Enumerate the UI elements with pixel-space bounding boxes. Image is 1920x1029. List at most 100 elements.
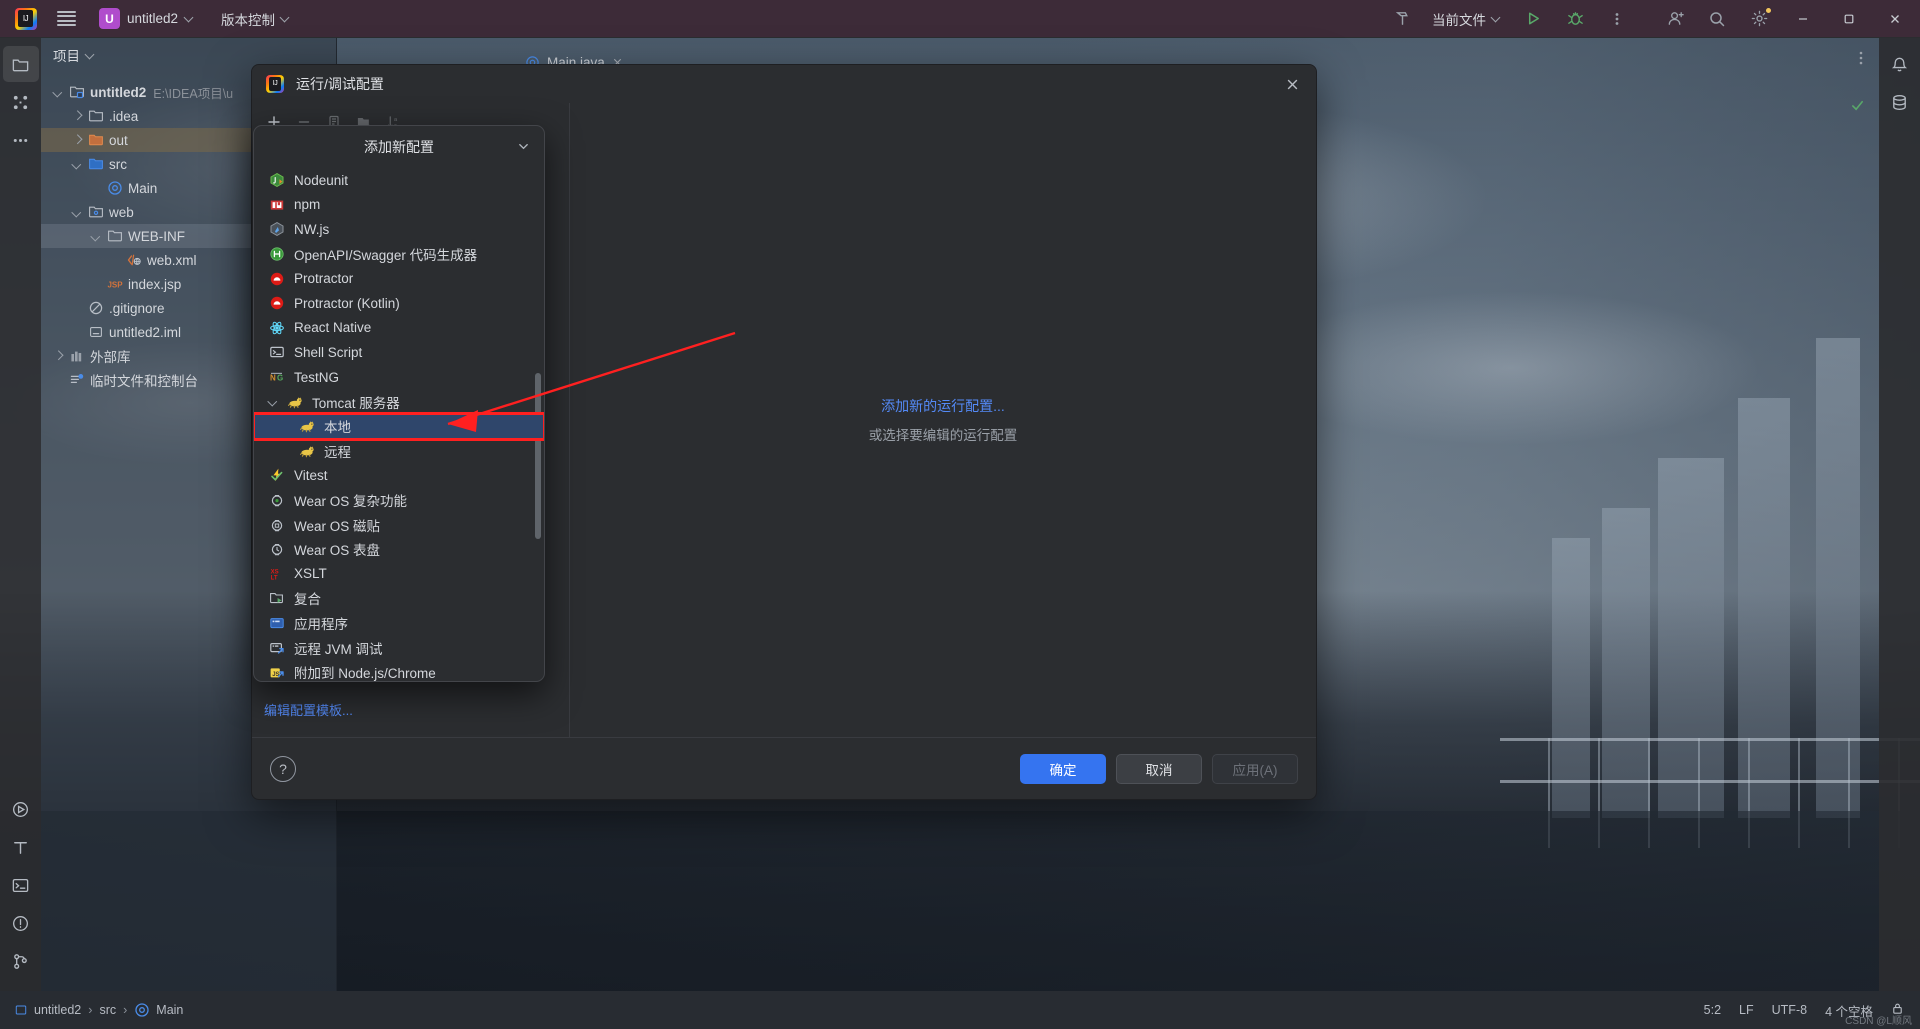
- apply-button[interactable]: 应用(A): [1212, 753, 1298, 784]
- run-triangle-icon[interactable]: [1512, 0, 1554, 38]
- breadcrumb-item[interactable]: untitled2: [14, 1003, 81, 1017]
- sidebar-item-database[interactable]: [1882, 84, 1918, 120]
- ok-button[interactable]: 确定: [1020, 753, 1106, 784]
- add-new-run-configuration-link[interactable]: 添加新的运行配置...: [881, 396, 1005, 416]
- debug-bug-icon[interactable]: [1554, 0, 1596, 38]
- breadcrumb-item[interactable]: src: [99, 1003, 116, 1017]
- status-breadcrumb: untitled2 › src › Main: [0, 1002, 183, 1018]
- sidebar-item-version-control[interactable]: [3, 943, 39, 979]
- more-vertical-icon[interactable]: [1596, 0, 1638, 38]
- sidebar-item-ai-assistant[interactable]: [3, 829, 39, 865]
- tree-node-label: .idea: [109, 108, 139, 124]
- configuration-type-label: npm: [294, 197, 321, 213]
- tree-expand-arrow-icon[interactable]: [68, 160, 86, 168]
- scratches-consoles-icon: [67, 372, 87, 388]
- sidebar-item-more-tool-windows[interactable]: [3, 122, 39, 158]
- configuration-type-item[interactable]: 复合: [254, 586, 544, 611]
- configuration-type-item[interactable]: NW.js: [254, 217, 544, 242]
- sidebar-item-run[interactable]: [3, 791, 39, 827]
- configuration-type-item[interactable]: npm: [254, 193, 544, 218]
- wearos-complication-icon: [268, 491, 286, 509]
- vcs-label: 版本控制: [221, 12, 276, 28]
- configuration-type-item[interactable]: 应用程序: [254, 611, 544, 636]
- dialog-title: 运行/调试配置: [296, 76, 384, 92]
- window-close-button[interactable]: [1872, 0, 1918, 38]
- chevron-down-icon: [185, 14, 194, 23]
- configuration-type-item[interactable]: OpenAPI/Swagger 代码生成器: [254, 242, 544, 267]
- tree-node-path: E:\IDEA项目\u: [153, 86, 234, 101]
- version-control-menu[interactable]: 版本控制: [212, 5, 299, 33]
- svg-text:JSP: JSP: [107, 281, 123, 290]
- configuration-type-label: OpenAPI/Swagger 代码生成器: [294, 248, 478, 264]
- collapse-chevron-icon[interactable]: [512, 135, 534, 157]
- breadcrumb-item[interactable]: Main: [134, 1002, 183, 1018]
- edit-configuration-templates-link[interactable]: 编辑配置模板...: [264, 700, 353, 719]
- sidebar-item-project[interactable]: [2, 46, 39, 82]
- configuration-type-item[interactable]: XS LT XSLT: [254, 562, 544, 587]
- configuration-type-item[interactable]: Tomcat 服务器: [254, 389, 544, 414]
- folder-web-icon: [86, 204, 106, 220]
- help-button[interactable]: ?: [270, 755, 296, 782]
- tree-expand-arrow-icon[interactable]: [49, 352, 67, 360]
- configuration-type-item[interactable]: Wear OS 磁贴: [254, 512, 544, 537]
- configuration-type-item[interactable]: Vitest: [254, 463, 544, 488]
- tree-expand-arrow-icon[interactable]: [87, 232, 105, 240]
- project-name-label: untitled2: [127, 11, 179, 26]
- run-configuration-selector[interactable]: 当前文件: [1423, 5, 1510, 33]
- configuration-type-label: 远程 JVM 调试: [294, 641, 383, 657]
- tree-expand-arrow-icon[interactable]: [68, 112, 86, 120]
- configuration-type-label: 应用程序: [294, 616, 348, 632]
- tree-expand-arrow-icon[interactable]: [68, 136, 86, 144]
- more-vertical-icon[interactable]: [1853, 50, 1869, 66]
- configuration-type-item[interactable]: Wear OS 复杂功能: [254, 488, 544, 513]
- hammer-build-icon[interactable]: [1381, 0, 1423, 38]
- project-selector[interactable]: U untitled2: [94, 5, 202, 32]
- tree-expand-arrow-icon[interactable]: [49, 88, 67, 96]
- sidebar-item-terminal[interactable]: [3, 867, 39, 903]
- watermark: CSDN @L顺风: [1845, 1016, 1912, 1027]
- line-separator[interactable]: LF: [1739, 1003, 1754, 1017]
- configuration-type-item[interactable]: 本地: [254, 412, 544, 440]
- configuration-type-item[interactable]: 远程: [254, 439, 544, 464]
- popup-header: 添加新配置: [254, 126, 544, 168]
- tree-expand-arrow-icon[interactable]: [269, 397, 279, 407]
- tree-node-label: Main: [128, 180, 158, 196]
- tomcat-icon: [286, 393, 304, 411]
- hamburger-menu-icon[interactable]: [46, 0, 86, 38]
- file-encoding[interactable]: UTF-8: [1772, 1003, 1807, 1017]
- configuration-type-item[interactable]: 远程 JVM 调试: [254, 635, 544, 660]
- gear-settings-icon[interactable]: [1738, 0, 1780, 38]
- window-maximize-button[interactable]: [1826, 0, 1872, 38]
- sidebar-item-problems[interactable]: [3, 905, 39, 941]
- intellij-idea-logo-icon[interactable]: [6, 0, 46, 38]
- inspection-status-checkmark[interactable]: [1850, 98, 1865, 118]
- sidebar-item-structure[interactable]: [3, 84, 39, 120]
- tree-expand-arrow-icon[interactable]: [68, 208, 86, 216]
- magnifier-search-icon[interactable]: [1696, 0, 1738, 38]
- breadcrumb-label: src: [99, 1003, 117, 1017]
- tree-node-label: 临时文件和控制台: [90, 374, 198, 389]
- edit-templates-footer: 编辑配置模板...: [252, 681, 569, 737]
- configuration-type-item[interactable]: React Native: [254, 316, 544, 341]
- dialog-right-pane: 添加新的运行配置... 或选择要编辑的运行配置: [570, 103, 1316, 737]
- tree-node-label: web.xml: [147, 252, 197, 268]
- iml-file-icon: [86, 324, 106, 340]
- user-account-icon[interactable]: [1654, 0, 1696, 38]
- configuration-type-item[interactable]: Protractor (Kotlin): [254, 291, 544, 316]
- configuration-type-item[interactable]: Nodeunit: [254, 168, 544, 193]
- configuration-type-item[interactable]: Shell Script: [254, 340, 544, 365]
- protractor-icon: [268, 294, 286, 312]
- configuration-type-item[interactable]: Protractor: [254, 266, 544, 291]
- popup-scrollbar-thumb[interactable]: [535, 373, 541, 539]
- configuration-type-item[interactable]: JS 附加到 Node.js/Chrome: [254, 660, 544, 681]
- configuration-type-label: NW.js: [294, 221, 330, 237]
- cancel-button[interactable]: 取消: [1116, 753, 1202, 784]
- protractor-icon: [268, 270, 286, 288]
- sidebar-item-notifications[interactable]: [1882, 46, 1918, 82]
- configuration-type-item[interactable]: Wear OS 表盘: [254, 537, 544, 562]
- project-badge: U: [99, 8, 120, 29]
- window-minimize-button[interactable]: [1780, 0, 1826, 38]
- configuration-type-item[interactable]: N G TestNG: [254, 365, 544, 390]
- dialog-close-button[interactable]: [1278, 70, 1306, 98]
- caret-position[interactable]: 5:2: [1704, 1003, 1721, 1017]
